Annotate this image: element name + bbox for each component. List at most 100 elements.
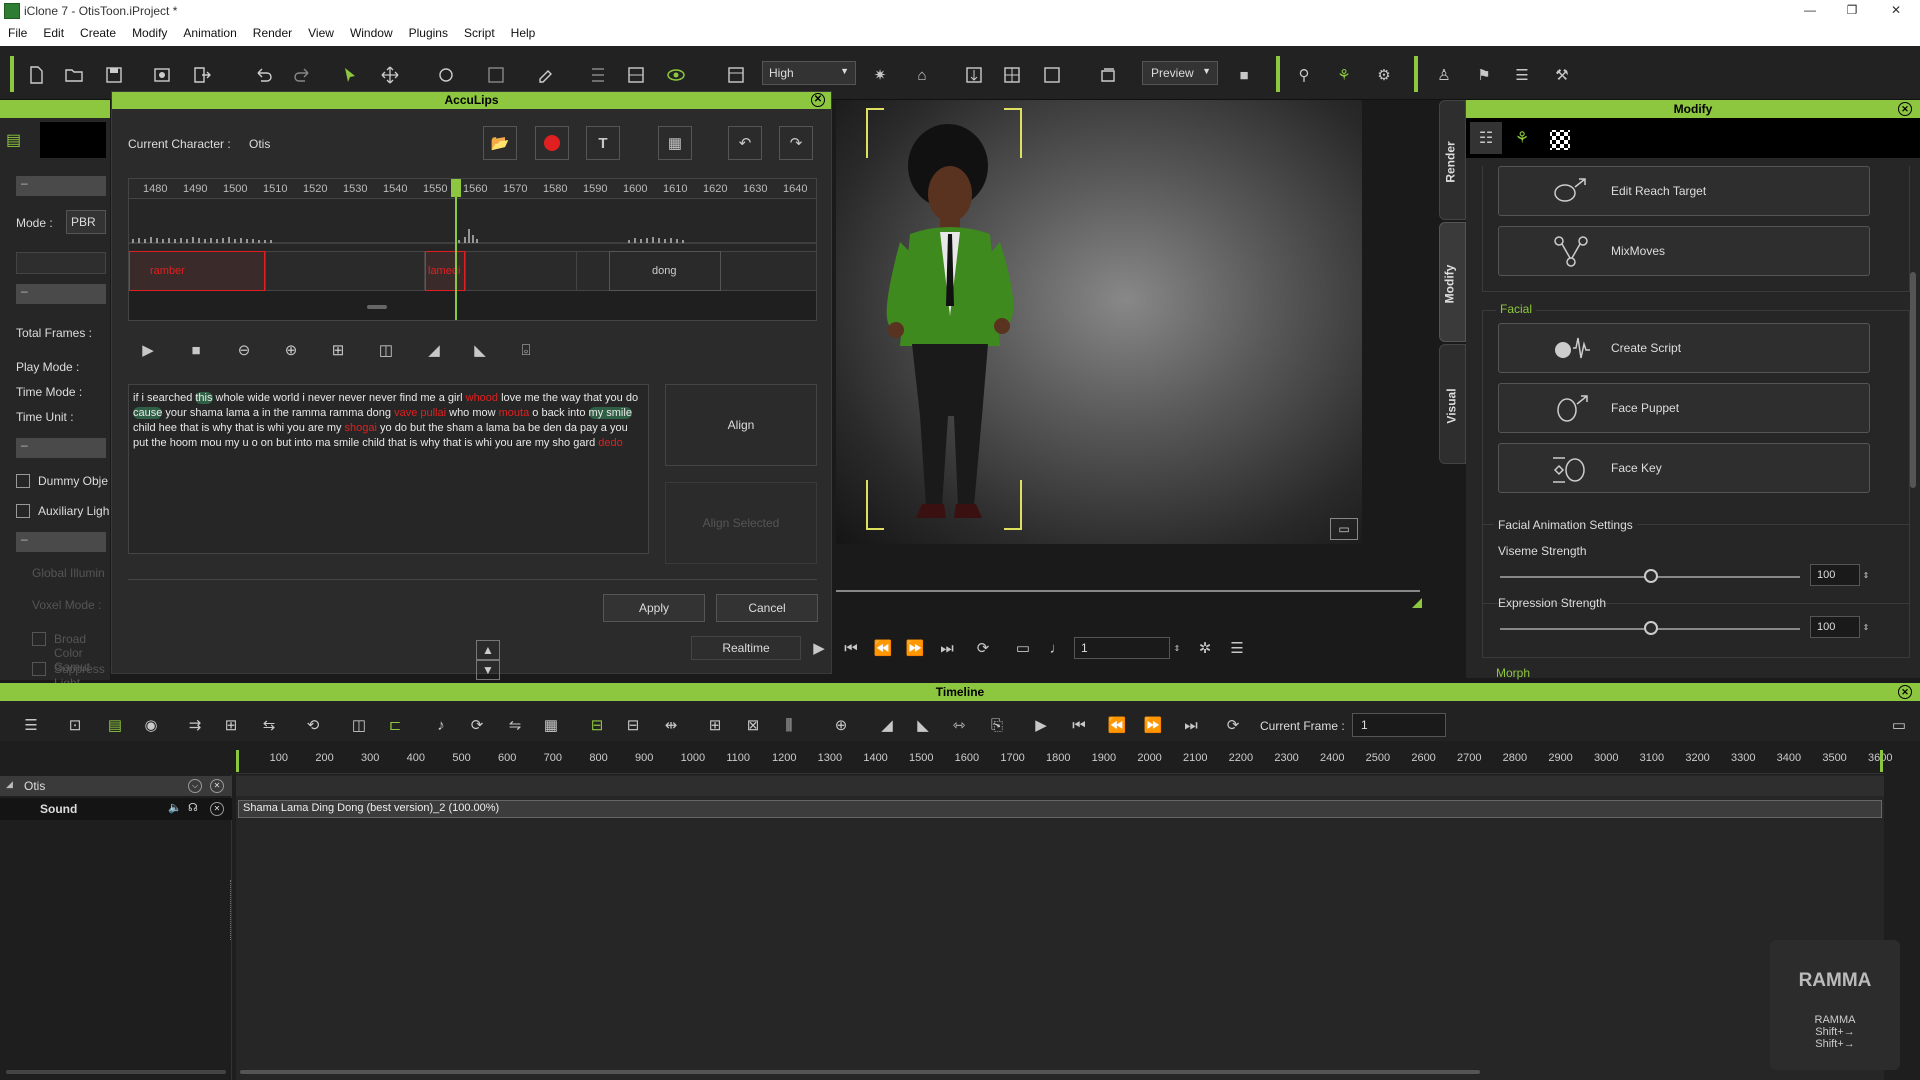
step-back-icon[interactable]: ⏪ xyxy=(1106,714,1128,736)
flag-icon[interactable]: ⚑ xyxy=(1470,62,1498,88)
video-camera-icon[interactable]: ■ xyxy=(1230,62,1258,88)
maximize-icon[interactable]: ❐ xyxy=(1838,0,1866,22)
next-word-icon[interactable]: ◣ xyxy=(468,338,492,362)
frame-input[interactable]: 1 xyxy=(1074,637,1170,659)
speaker-icon[interactable]: 🔈 xyxy=(168,801,182,814)
sliders-icon[interactable]: ☷ xyxy=(1470,122,1502,154)
layout-icon[interactable] xyxy=(622,62,650,88)
zoom-icon[interactable]: ⊕ xyxy=(826,714,856,736)
horizontal-scrollbar[interactable] xyxy=(240,1070,1480,1074)
minimize-icon[interactable]: — xyxy=(1796,0,1824,22)
list-icon[interactable]: ☰ xyxy=(1226,638,1248,658)
word-block-gap[interactable] xyxy=(265,251,425,291)
down-arrow-icon[interactable]: ▼ xyxy=(476,660,500,680)
loop-icon[interactable]: ⟳ xyxy=(968,638,998,658)
settings-gear-icon[interactable]: ✲ xyxy=(1194,638,1216,658)
move-icon[interactable] xyxy=(376,62,404,88)
zoom-out-icon[interactable]: ⊖ xyxy=(232,338,256,362)
checker-icon[interactable] xyxy=(1550,130,1570,150)
create-script-button[interactable]: Create Script xyxy=(1498,323,1870,373)
menu-animation[interactable]: Animation xyxy=(175,22,244,40)
collapse-bar[interactable]: – xyxy=(16,284,106,304)
playhead-handle[interactable] xyxy=(451,179,461,197)
close-circle-icon[interactable]: ✕ xyxy=(210,802,224,816)
bone-icon[interactable]: ⚲ xyxy=(1290,62,1318,88)
rotate-clip-icon[interactable]: ⟲ xyxy=(298,714,328,736)
select-arrow-icon[interactable] xyxy=(336,62,364,88)
next-key-icon[interactable]: ◣ xyxy=(912,714,934,736)
rotate-icon[interactable] xyxy=(432,62,460,88)
preview-dropdown[interactable]: Preview ▼ xyxy=(1142,61,1218,85)
options-icon[interactable]: ▭ xyxy=(1888,714,1910,736)
word-block-ramber[interactable]: ramber xyxy=(129,251,265,291)
track-list-icon[interactable]: ☰ xyxy=(20,714,42,736)
display-icon[interactable] xyxy=(722,62,750,88)
headphone-icon[interactable]: ☊ xyxy=(188,801,198,814)
scrub-line[interactable] xyxy=(836,590,1420,592)
folder-icon[interactable]: ▤ xyxy=(6,130,30,150)
previous-word-icon[interactable]: ◢ xyxy=(422,338,446,362)
open-folder-icon[interactable] xyxy=(60,62,88,88)
scale-icon[interactable] xyxy=(482,62,510,88)
frame-stepper[interactable]: ⇕ xyxy=(1170,637,1184,659)
paint-icon[interactable] xyxy=(532,62,560,88)
mode-dropdown[interactable]: PBR xyxy=(66,210,106,234)
word-block-lamedi[interactable]: lamedi xyxy=(425,251,465,291)
modify-scrollbar[interactable] xyxy=(1910,272,1916,488)
transition-icon[interactable]: ⇆ xyxy=(258,714,280,736)
menu-file[interactable]: File xyxy=(0,22,35,40)
visibility-icon[interactable]: ◉ xyxy=(140,714,162,736)
close-circle-icon[interactable]: ✕ xyxy=(1898,102,1912,116)
collect-clip-icon[interactable]: ⊡ xyxy=(64,714,86,736)
close-circle-icon[interactable]: ✕ xyxy=(1898,685,1912,699)
export-icon[interactable] xyxy=(188,62,216,88)
range-icon[interactable]: ⇹ xyxy=(660,714,682,736)
remove-track-icon[interactable]: ⊠ xyxy=(742,714,764,736)
current-frame-input[interactable]: 1 xyxy=(1352,713,1446,737)
face-key-button[interactable]: Face Key xyxy=(1498,443,1870,493)
add-track-icon[interactable]: ⊞ xyxy=(704,714,726,736)
character-icon[interactable]: ♙ xyxy=(1430,62,1458,88)
clipboard-icon[interactable]: ☰ xyxy=(1508,62,1536,88)
timeline-end-marker[interactable] xyxy=(1880,750,1883,772)
dummy-checkbox[interactable] xyxy=(16,474,30,488)
quality-dropdown[interactable]: High ▼ xyxy=(762,61,856,85)
expand-icon[interactable]: ⊟ xyxy=(622,714,644,736)
menu-modify[interactable]: Modify xyxy=(124,22,175,40)
timeline-start-marker[interactable] xyxy=(236,750,239,772)
zoom-selection-icon[interactable]: ◫ xyxy=(374,338,398,362)
tab-modify[interactable]: Modify xyxy=(1439,222,1466,342)
track-otis[interactable]: ◢ Otis ⌵ ✕ xyxy=(0,776,232,796)
collapse-circle-icon[interactable]: ⌵ xyxy=(188,779,202,793)
redo-icon[interactable]: ↷ xyxy=(779,126,813,160)
menu-script[interactable]: Script xyxy=(456,22,503,40)
light-icon[interactable]: ✷ xyxy=(866,62,894,88)
camera-view-icon[interactable] xyxy=(1038,62,1066,88)
record-icon[interactable] xyxy=(535,126,569,160)
undo-icon[interactable]: ↶ xyxy=(728,126,762,160)
step-forward-icon[interactable]: ⏩ xyxy=(904,638,926,658)
expand-triangle-icon[interactable]: ◢ xyxy=(6,779,13,790)
go-start-icon[interactable]: ⏮ xyxy=(840,638,862,658)
loop-icon[interactable]: ⟳ xyxy=(1218,714,1248,736)
render-settings-icon[interactable] xyxy=(148,62,176,88)
menu-render[interactable]: Render xyxy=(245,22,300,40)
mocap-icon[interactable]: ⚙ xyxy=(1370,62,1398,88)
loop-clip-icon[interactable]: ⟳ xyxy=(466,714,488,736)
zoom-fit-icon[interactable]: ⊞ xyxy=(326,338,350,362)
tab-render[interactable]: Render xyxy=(1439,100,1466,220)
undo-icon[interactable] xyxy=(250,62,278,88)
ik-icon[interactable]: ⚘ xyxy=(1330,62,1358,88)
export-range-icon[interactable]: ⎘ xyxy=(986,714,1008,736)
project-track-icon[interactable]: ▤ xyxy=(104,714,126,736)
menu-view[interactable]: View xyxy=(300,22,342,40)
viseme-stepper[interactable]: ⇕ xyxy=(1860,564,1872,586)
grid-view-icon[interactable] xyxy=(998,62,1026,88)
redo-icon[interactable] xyxy=(288,62,316,88)
motion-icon[interactable]: ⚘ xyxy=(1506,122,1538,154)
blank-field[interactable] xyxy=(16,252,106,274)
close-circle-icon[interactable]: ✕ xyxy=(210,779,224,793)
aux-checkbox[interactable] xyxy=(16,504,30,518)
expression-slider-handle[interactable] xyxy=(1644,621,1658,635)
load-script-icon[interactable]: 📂 xyxy=(483,126,517,160)
